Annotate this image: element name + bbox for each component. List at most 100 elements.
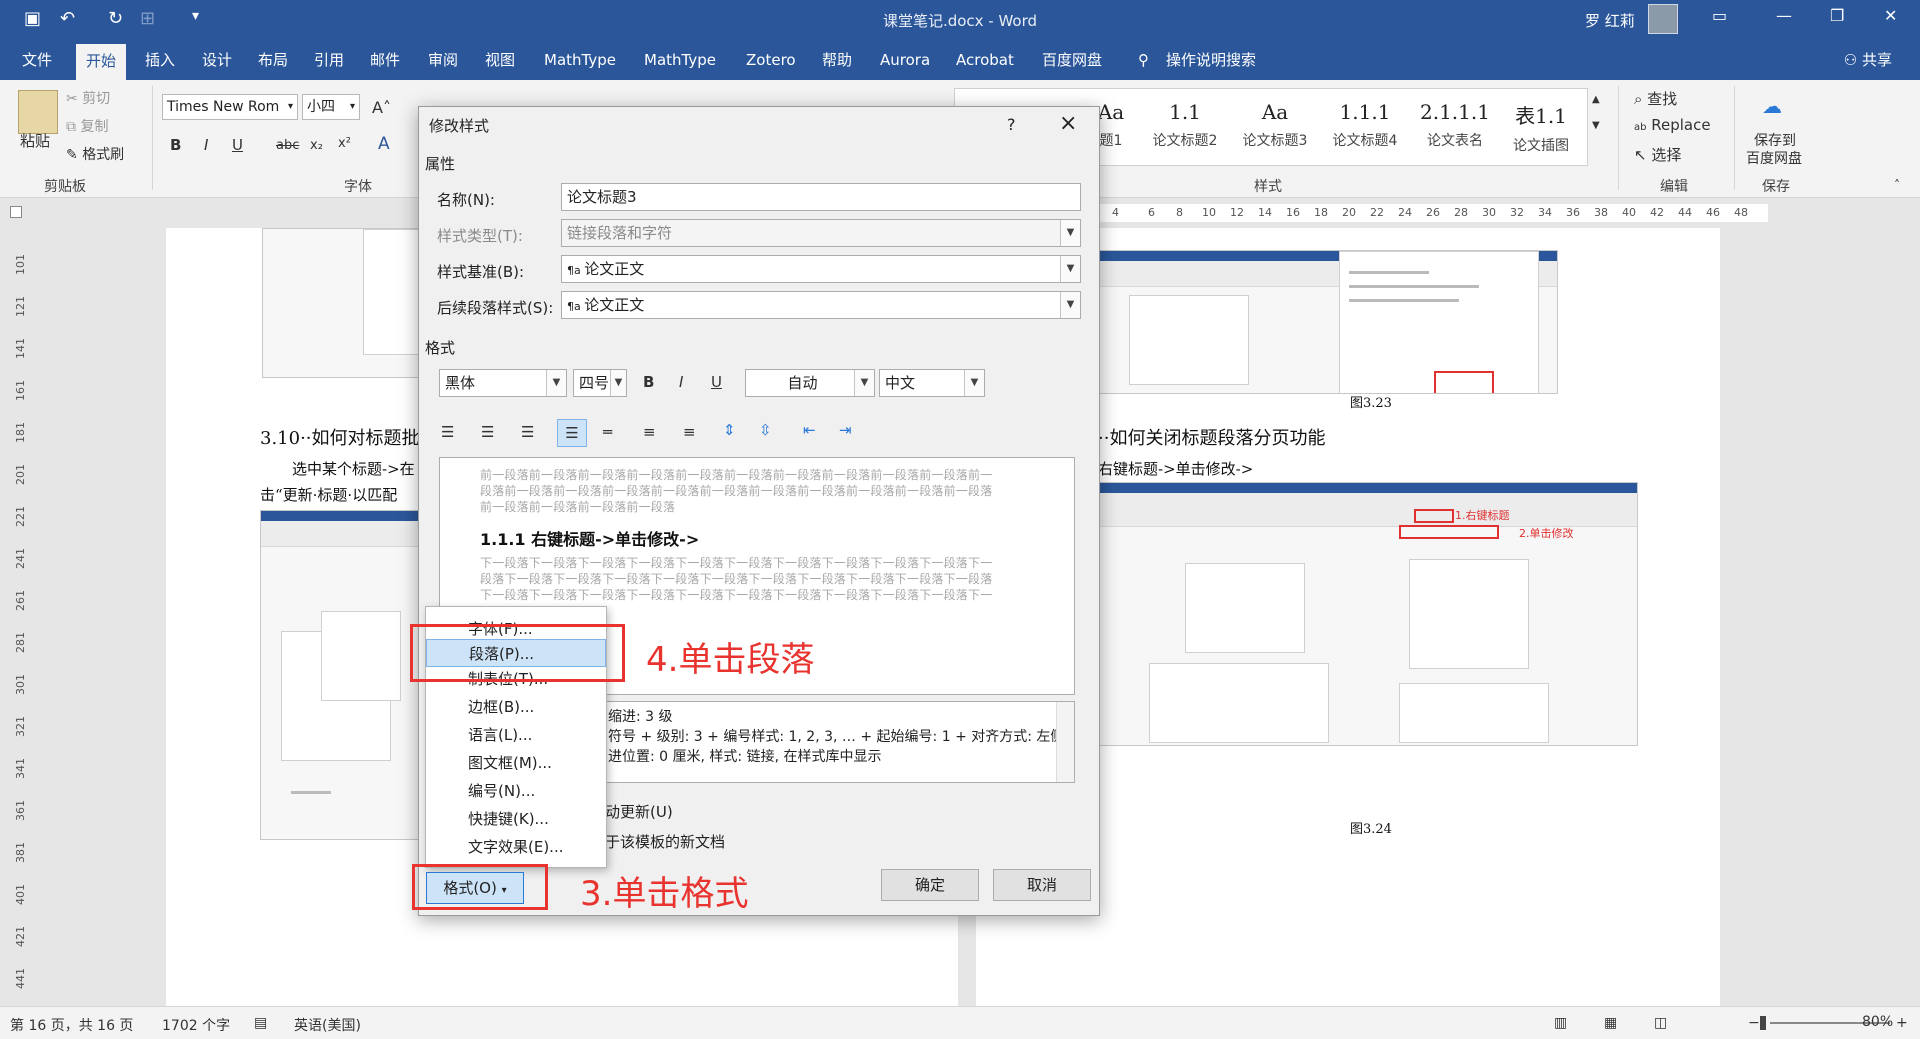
zoom-slider-handle[interactable] bbox=[1760, 1016, 1766, 1030]
tab-mailings[interactable]: 邮件 bbox=[360, 40, 410, 80]
menu-item-text-effects[interactable]: 文字效果(E)... bbox=[426, 833, 606, 861]
tab-mathtype-1[interactable]: MathType bbox=[534, 40, 626, 80]
justify-icon[interactable]: ☰ bbox=[557, 419, 587, 447]
style-thesis-title2[interactable]: 1.1 论文标题2 bbox=[1140, 100, 1230, 150]
name-input[interactable]: 论文标题3 bbox=[561, 183, 1081, 211]
menu-item-frame[interactable]: 图文框(M)... bbox=[426, 749, 606, 777]
body-line: 右键标题->单击修改-> bbox=[1098, 460, 1254, 478]
print-layout-icon[interactable]: ▦ bbox=[1604, 1015, 1617, 1031]
tab-baidu[interactable]: 百度网盘 bbox=[1032, 40, 1112, 80]
font-color-select[interactable]: 自动 ▼ bbox=[745, 369, 875, 397]
zoom-level[interactable]: 80% bbox=[1862, 1014, 1893, 1030]
align-center-icon[interactable]: ☰ bbox=[481, 423, 494, 441]
language-indicator[interactable]: 英语(美国) bbox=[294, 1015, 361, 1035]
italic-button[interactable]: I bbox=[679, 373, 683, 391]
auto-update-checkbox-label[interactable]: 动更新(U) bbox=[605, 801, 673, 822]
style-thesis-title4[interactable]: 1.1.1 论文标题4 bbox=[1320, 100, 1410, 150]
tab-mathtype-2[interactable]: MathType bbox=[634, 40, 726, 80]
increase-paragraph-spacing-icon[interactable]: ⇕ bbox=[723, 421, 736, 439]
save-to-baidu-line2[interactable]: 百度网盘 bbox=[1746, 148, 1802, 168]
align-right-icon[interactable]: ☰ bbox=[521, 423, 534, 441]
next-style-select[interactable]: ¶a 论文正文 ▼ bbox=[561, 291, 1081, 319]
menu-item-language[interactable]: 语言(L)... bbox=[426, 721, 606, 749]
close-window-icon[interactable]: ✕ bbox=[1884, 6, 1897, 25]
font-select[interactable]: 黑体 ▼ bbox=[439, 369, 567, 397]
save-to-baidu-line1[interactable]: 保存到 bbox=[1754, 130, 1796, 150]
tell-me-search[interactable]: 操作说明搜索 bbox=[1156, 40, 1266, 80]
underline-button[interactable]: U bbox=[711, 373, 722, 391]
font-size-combo[interactable]: 小四 ▾ bbox=[302, 94, 360, 120]
select-button[interactable]: ↖ 选择 bbox=[1634, 144, 1681, 165]
paste-button[interactable]: 粘贴 bbox=[20, 130, 50, 151]
read-mode-icon[interactable]: ▥ bbox=[1554, 1015, 1567, 1031]
paste-icon[interactable] bbox=[18, 90, 58, 134]
menu-item-numbering[interactable]: 编号(N)... bbox=[426, 777, 606, 805]
baidu-cloud-icon[interactable]: ☁ bbox=[1762, 94, 1782, 118]
user-name[interactable]: 罗 红莉 bbox=[1585, 10, 1635, 31]
decrease-indent-icon[interactable]: ⇤ bbox=[803, 421, 816, 439]
find-button[interactable]: ⌕ 查找 bbox=[1634, 88, 1677, 109]
tab-selector-icon[interactable] bbox=[10, 206, 22, 218]
double-spacing-icon[interactable]: ≡ bbox=[683, 423, 696, 441]
share-button[interactable]: ⚇ 共享 bbox=[1844, 40, 1892, 80]
style-based-on-select[interactable]: ¶a 论文正文 ▼ bbox=[561, 255, 1081, 283]
menu-item-border[interactable]: 边框(B)... bbox=[426, 693, 606, 721]
page-count[interactable]: 第 16 页，共 16 页 bbox=[10, 1015, 133, 1035]
script-select[interactable]: 中文 ▼ bbox=[879, 369, 985, 397]
zoom-in-icon[interactable]: + bbox=[1896, 1015, 1908, 1031]
tab-layout[interactable]: 布局 bbox=[248, 40, 298, 80]
gallery-scroll-up-icon[interactable]: ▲ bbox=[1592, 94, 1600, 105]
new-documents-radio-label[interactable]: 于该模板的新文档 bbox=[605, 831, 725, 852]
cut-button[interactable]: ✂ 剪切 bbox=[66, 88, 110, 108]
align-left-icon[interactable]: ☰ bbox=[441, 423, 454, 441]
proofing-icon[interactable]: ▤ bbox=[254, 1015, 267, 1031]
tab-aurora[interactable]: Aurora bbox=[870, 40, 940, 80]
tab-review[interactable]: 审阅 bbox=[418, 40, 468, 80]
text-effects-icon[interactable]: A bbox=[378, 134, 390, 154]
web-layout-icon[interactable]: ◫ bbox=[1654, 1015, 1667, 1031]
tab-home[interactable]: 开始 bbox=[76, 44, 127, 80]
subscript-button[interactable]: x₂ bbox=[310, 138, 323, 153]
underline-button[interactable]: U bbox=[232, 136, 243, 154]
zoom-out-icon[interactable]: − bbox=[1748, 1015, 1760, 1031]
ok-button[interactable]: 确定 bbox=[881, 869, 979, 901]
font-size-select[interactable]: 四号 ▼ bbox=[573, 369, 627, 397]
collapse-ribbon-icon[interactable]: ˄ bbox=[1894, 178, 1900, 192]
description-scrollbar[interactable] bbox=[1056, 702, 1074, 782]
single-spacing-icon[interactable]: ═ bbox=[603, 423, 612, 441]
tab-references[interactable]: 引用 bbox=[304, 40, 354, 80]
strikethrough-button[interactable]: abc bbox=[276, 138, 299, 153]
gallery-scroll-down-icon[interactable]: ▼ bbox=[1592, 120, 1600, 131]
style-figure-name[interactable]: 表1.1 论文插图 bbox=[1496, 100, 1586, 155]
menu-item-shortcut-key[interactable]: 快捷键(K)... bbox=[426, 805, 606, 833]
tab-insert[interactable]: 插入 bbox=[135, 40, 185, 80]
word-count[interactable]: 1702 个字 bbox=[162, 1015, 230, 1035]
bold-button[interactable]: B bbox=[643, 373, 654, 391]
style-thesis-title3[interactable]: Aa 论文标题3 bbox=[1230, 100, 1320, 150]
tab-view[interactable]: 视图 bbox=[475, 40, 525, 80]
one-half-spacing-icon[interactable]: ≡ bbox=[643, 423, 656, 441]
ribbon-display-icon[interactable]: ▭ bbox=[1712, 6, 1727, 25]
help-button[interactable]: ? bbox=[1007, 115, 1016, 134]
tab-acrobat[interactable]: Acrobat bbox=[946, 40, 1024, 80]
tab-zotero[interactable]: Zotero bbox=[736, 40, 806, 80]
replace-button[interactable]: ab Replace bbox=[1634, 116, 1711, 134]
avatar[interactable] bbox=[1648, 4, 1678, 34]
increase-indent-icon[interactable]: ⇥ bbox=[839, 421, 852, 439]
bold-button[interactable]: B bbox=[170, 136, 181, 154]
grow-font-icon[interactable]: A˄ bbox=[372, 98, 391, 117]
close-icon[interactable]: × bbox=[1059, 111, 1077, 136]
font-name-combo[interactable]: Times New Rom ▾ bbox=[162, 94, 298, 120]
maximize-icon[interactable]: ❐ bbox=[1830, 6, 1844, 25]
decrease-paragraph-spacing-icon[interactable]: ⇳ bbox=[759, 421, 772, 439]
tab-help[interactable]: 帮助 bbox=[812, 40, 862, 80]
format-painter-button[interactable]: ✎ 格式刷 bbox=[66, 144, 124, 164]
tab-design[interactable]: 设计 bbox=[192, 40, 242, 80]
superscript-button[interactable]: x² bbox=[338, 136, 351, 151]
cancel-button[interactable]: 取消 bbox=[993, 869, 1091, 901]
tab-file[interactable]: 文件 bbox=[12, 40, 62, 80]
copy-button[interactable]: ⧉ 复制 bbox=[66, 116, 108, 136]
italic-button[interactable]: I bbox=[204, 136, 208, 154]
style-table-name[interactable]: 2.1.1.1 论文表名 bbox=[1410, 100, 1500, 150]
minimize-icon[interactable]: — bbox=[1776, 6, 1792, 25]
